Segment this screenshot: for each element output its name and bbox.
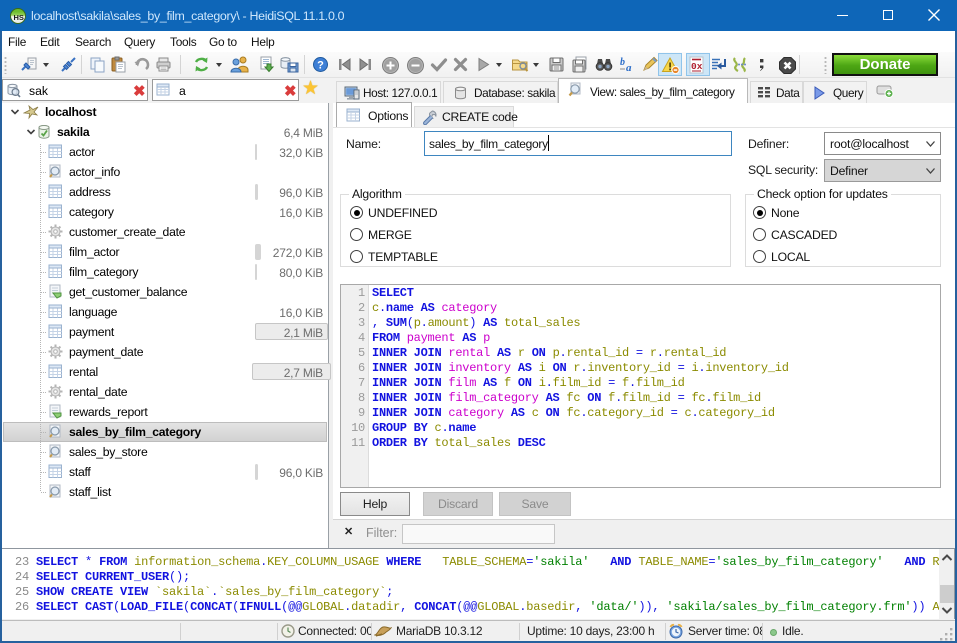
svg-text:?: ? [317, 60, 324, 72]
svg-text:b: b [620, 57, 625, 68]
svg-text:a: a [626, 62, 632, 73]
svg-text:0x: 0x [691, 61, 703, 72]
